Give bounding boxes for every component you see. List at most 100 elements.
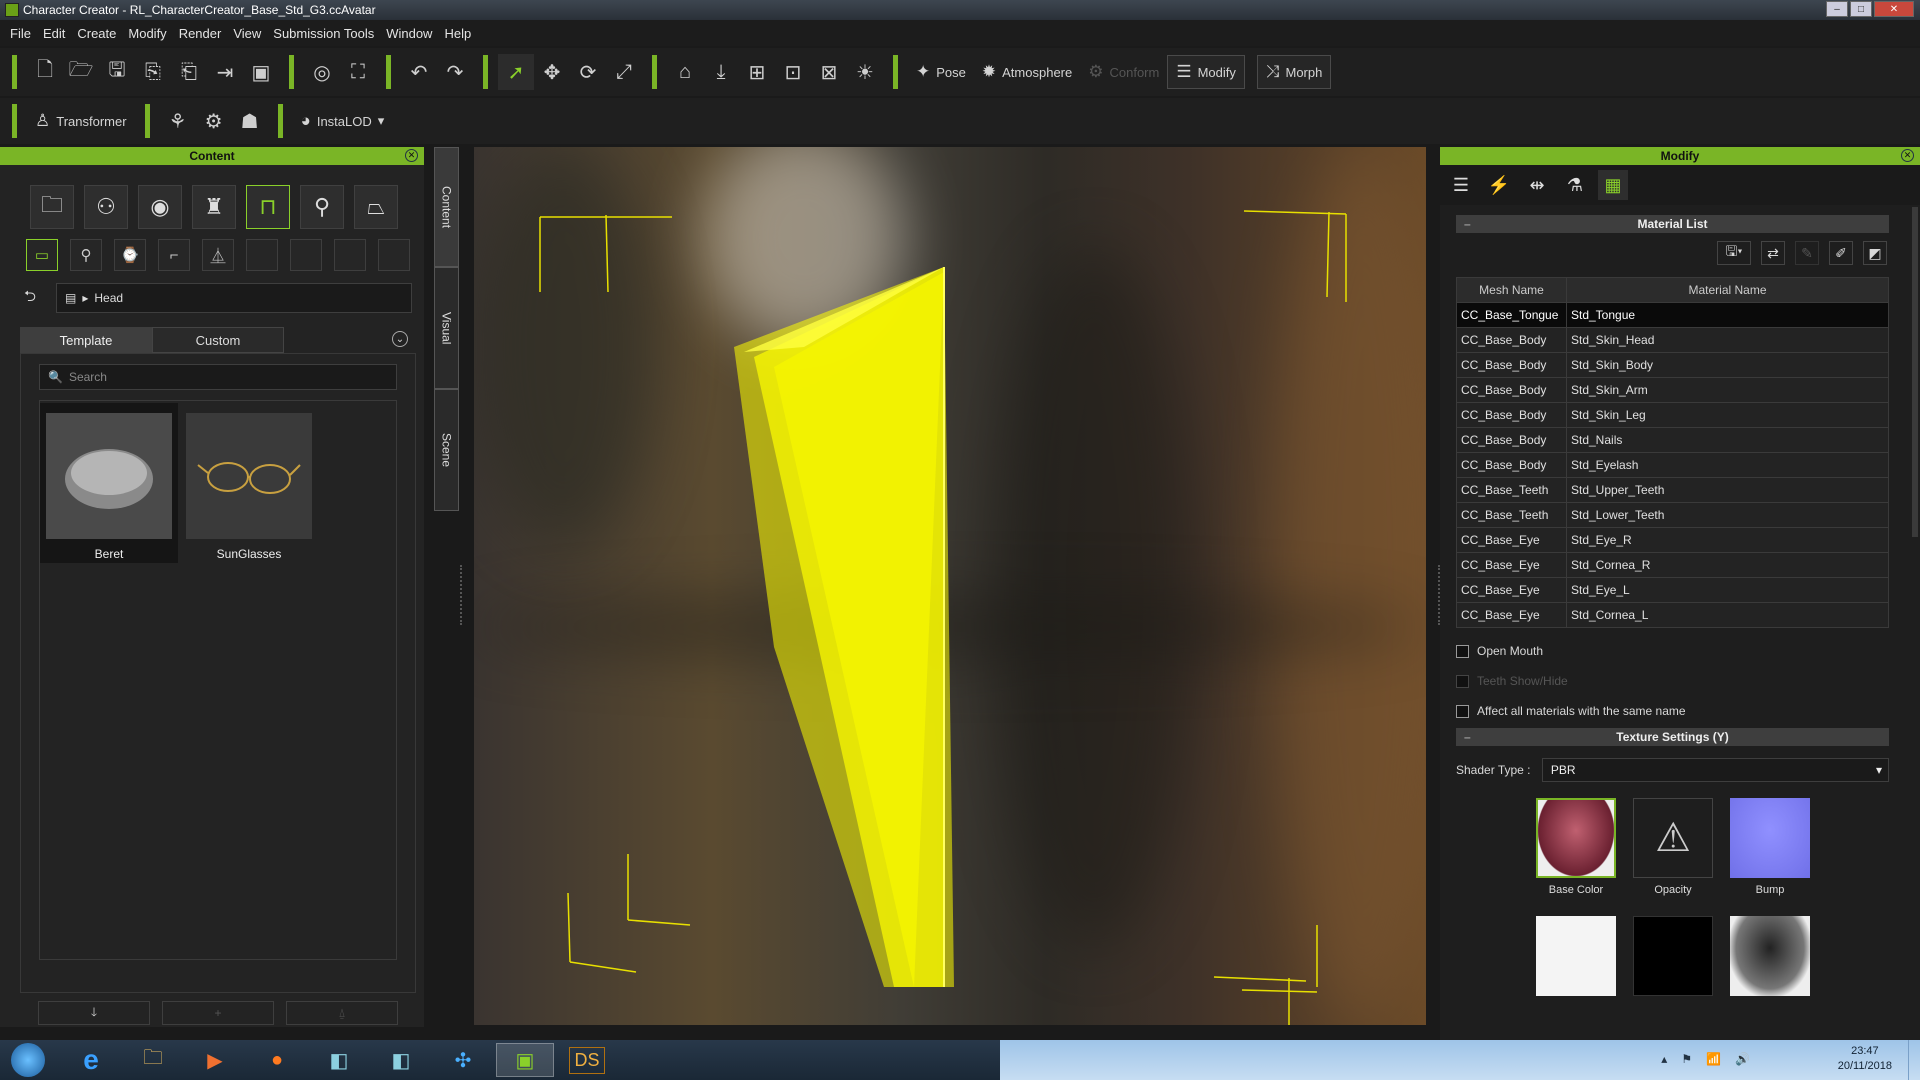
scale-icon[interactable]: ⤢ — [606, 54, 642, 90]
frame-selected-icon[interactable]: ⊡ — [775, 54, 811, 90]
sliders-icon[interactable]: ☰ — [1446, 170, 1476, 200]
menu-create[interactable]: Create — [77, 26, 116, 41]
save-material-icon[interactable]: 🖫▾ — [1717, 241, 1751, 265]
exit-icon[interactable]: ⇥ — [207, 54, 243, 90]
content-item-beret[interactable]: Beret — [40, 403, 178, 563]
pose-button[interactable]: ✦ Pose — [908, 55, 974, 89]
table-row[interactable]: CC_Base_Body Std_Nails — [1456, 427, 1889, 453]
network-app-icon[interactable]: ✣ — [434, 1043, 492, 1077]
search-input[interactable]: 🔍 Search — [39, 364, 397, 390]
undo-icon[interactable]: ↶ — [401, 54, 437, 90]
transformer-button[interactable]: ♙ Transformer — [27, 104, 135, 138]
table-row[interactable]: CC_Base_Eye Std_Cornea_R — [1456, 552, 1889, 578]
new-file-icon[interactable]: 🗋 — [27, 54, 63, 90]
empty-slot[interactable] — [246, 239, 278, 271]
edit-disabled-icon[interactable]: ✎ — [1795, 241, 1819, 265]
3d-viewport[interactable] — [474, 147, 1426, 1025]
modify-button[interactable]: ☰ Modify — [1167, 55, 1245, 89]
redo-icon[interactable]: ↷ — [437, 54, 473, 90]
firefox-icon[interactable]: ● — [248, 1043, 306, 1077]
menu-window[interactable]: Window — [386, 26, 432, 41]
tab-template[interactable]: Template — [20, 327, 152, 353]
table-row[interactable]: CC_Base_Body Std_Skin_Head — [1456, 327, 1889, 353]
show-hidden-icons-icon[interactable]: ▴ — [1661, 1052, 1667, 1066]
texture-slot-4[interactable] — [1536, 916, 1616, 996]
import-icon[interactable]: ⎘ — [135, 54, 171, 90]
table-row[interactable]: CC_Base_Body Std_Skin_Leg — [1456, 402, 1889, 428]
skin-icon[interactable]: ◉ — [138, 185, 182, 229]
eyedropper-icon[interactable]: ✐ — [1829, 241, 1853, 265]
home-icon[interactable]: ⌂ — [667, 54, 703, 90]
breadcrumb[interactable]: ▤ ▸ Head — [56, 283, 413, 313]
hanger-subcategory-icon[interactable]: ⏅ — [202, 239, 234, 271]
material-checker-icon[interactable]: ▦ — [1598, 170, 1628, 200]
texture-settings-header[interactable]: – Texture Settings (Y) — [1456, 728, 1889, 746]
conform-button[interactable]: ⚙ Conform — [1080, 55, 1167, 89]
drop-to-floor-icon[interactable]: ⤓ — [703, 54, 739, 90]
plugin-icon-3[interactable]: ☗ — [232, 103, 268, 139]
motion-pose-icon[interactable]: ⚡ — [1484, 170, 1514, 200]
options-chevron-icon[interactable]: ⌄ — [392, 331, 408, 347]
app-icon-blue-2[interactable]: ◧ — [372, 1043, 430, 1077]
menu-help[interactable]: Help — [444, 26, 471, 41]
foot-subcategory-icon[interactable]: ⌐ — [158, 239, 190, 271]
figure-icon[interactable]: ⛶ — [340, 54, 376, 90]
material-preview-icon[interactable]: ◩ — [1863, 241, 1887, 265]
splitter-handle[interactable] — [460, 565, 463, 625]
media-player-icon[interactable]: ▶ — [186, 1043, 244, 1077]
file-explorer-icon[interactable]: 🗀 — [124, 1043, 182, 1077]
menu-submission-tools[interactable]: Submission Tools — [273, 26, 374, 41]
morph-slider-icon[interactable]: ⚗ — [1560, 170, 1590, 200]
open-folder-icon[interactable]: 🗁 — [63, 54, 99, 90]
watch-subcategory-icon[interactable]: ⌚ — [114, 239, 146, 271]
accessory-icon[interactable]: ⊓ — [246, 185, 290, 229]
empty-slot[interactable] — [290, 239, 322, 271]
menu-view[interactable]: View — [233, 26, 261, 41]
menu-render[interactable]: Render — [179, 26, 222, 41]
close-button[interactable]: ✕ — [1874, 1, 1914, 17]
plugin-icon-2[interactable]: ⚙ — [196, 103, 232, 139]
table-row[interactable]: CC_Base_Body Std_Skin_Body — [1456, 352, 1889, 378]
tab-content[interactable]: Content — [434, 147, 459, 267]
table-row[interactable]: CC_Base_Eye Std_Eye_L — [1456, 577, 1889, 603]
internet-explorer-icon[interactable]: e — [62, 1043, 120, 1077]
back-icon[interactable]: ⮌ — [24, 286, 36, 311]
move-icon[interactable]: ✥ — [534, 54, 570, 90]
texture-slot-bump[interactable]: Bump — [1730, 798, 1810, 896]
ds-taskbar-icon[interactable]: DS — [558, 1043, 616, 1077]
instalod-button[interactable]: ◕ InstaLOD ▾ — [293, 104, 393, 138]
save-icon[interactable]: 🖫 — [99, 54, 135, 90]
table-row[interactable]: CC_Base_Body Std_Skin_Arm — [1456, 377, 1889, 403]
add-custom-button[interactable]: ⍙ — [286, 1001, 398, 1025]
render-icon[interactable]: ◎ — [304, 54, 340, 90]
pose-category-icon[interactable]: ⚲ — [300, 185, 344, 229]
texture-slot-opacity[interactable]: ⚠ Opacity — [1633, 798, 1713, 896]
teeth-show-hide-checkbox[interactable]: Teeth Show/Hide — [1456, 674, 1889, 688]
tab-visual[interactable]: Visual — [434, 267, 459, 389]
morph-button[interactable]: ⤨ Morph — [1256, 55, 1332, 89]
column-material-name[interactable]: Material Name — [1566, 277, 1889, 303]
menu-edit[interactable]: Edit — [43, 26, 65, 41]
atmosphere-button[interactable]: ✹ Atmosphere — [974, 55, 1080, 89]
character-creator-taskbar-icon[interactable]: ▣ — [496, 1043, 554, 1077]
rotate-icon[interactable]: ⟳ — [570, 54, 606, 90]
camera-frame-icon[interactable]: ⊠ — [811, 54, 847, 90]
attribute-icon[interactable]: ⇹ — [1522, 170, 1552, 200]
start-button[interactable] — [0, 1043, 56, 1077]
light-icon[interactable]: ☀ — [847, 54, 883, 90]
table-row[interactable]: CC_Base_Teeth Std_Lower_Teeth — [1456, 502, 1889, 528]
menu-modify[interactable]: Modify — [128, 26, 166, 41]
body-icon[interactable]: ⚇ — [84, 185, 128, 229]
menu-file[interactable]: File — [10, 26, 31, 41]
open-mouth-checkbox[interactable]: Open Mouth — [1456, 644, 1889, 658]
morph-category-icon[interactable]: ♜ — [192, 185, 236, 229]
app-icon-blue-1[interactable]: ◧ — [310, 1043, 368, 1077]
tab-scene[interactable]: Scene — [434, 389, 459, 511]
table-row[interactable]: CC_Base_Eye Std_Eye_R — [1456, 527, 1889, 553]
table-row[interactable]: CC_Base_Tongue Std_Tongue — [1456, 302, 1889, 328]
close-icon[interactable]: ✕ — [1901, 149, 1914, 162]
table-row[interactable]: CC_Base_Eye Std_Cornea_L — [1456, 602, 1889, 628]
texture-slot-base-color[interactable]: Base Color — [1536, 798, 1616, 896]
download-button[interactable]: 🡓 — [38, 1001, 150, 1025]
content-item-sunglasses[interactable]: SunGlasses — [180, 403, 318, 563]
